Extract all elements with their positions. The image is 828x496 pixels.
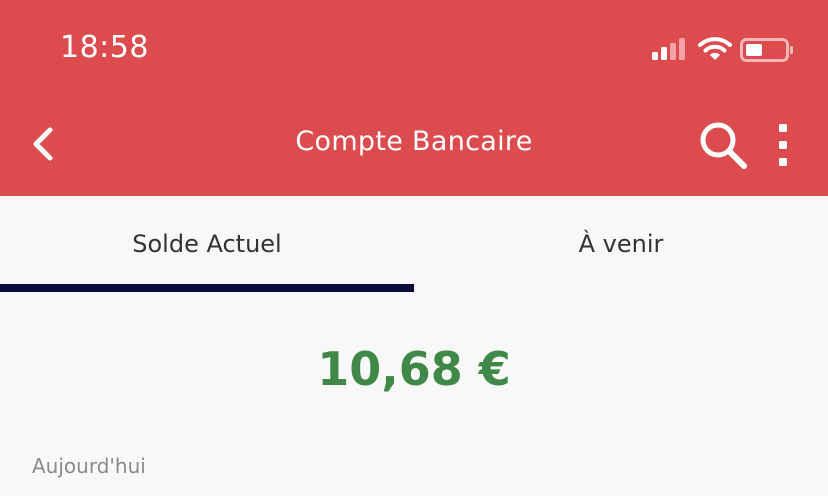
tab-solde-actuel[interactable]: Solde Actuel [0, 196, 414, 292]
signal-icon [652, 38, 688, 64]
balance-amount: 10,68 € [317, 342, 511, 396]
section-date-label: Aujourd'hui [32, 454, 146, 478]
search-button[interactable] [694, 116, 754, 176]
more-vertical-icon [770, 124, 798, 176]
chevron-left-icon [24, 127, 64, 174]
tab-a-venir[interactable]: À venir [414, 196, 828, 292]
battery-icon [740, 38, 796, 66]
status-time: 18:58 [60, 30, 149, 65]
tab-label: Solde Actuel [132, 230, 282, 258]
tab-bar: Solde Actuel À venir [0, 196, 828, 292]
tab-label: À venir [578, 230, 664, 258]
app-header: 18:58 Compte Bancaire [0, 0, 828, 196]
wifi-icon [698, 36, 732, 66]
active-tab-indicator [0, 284, 414, 292]
more-options-button[interactable] [770, 120, 798, 172]
search-icon [694, 122, 754, 180]
